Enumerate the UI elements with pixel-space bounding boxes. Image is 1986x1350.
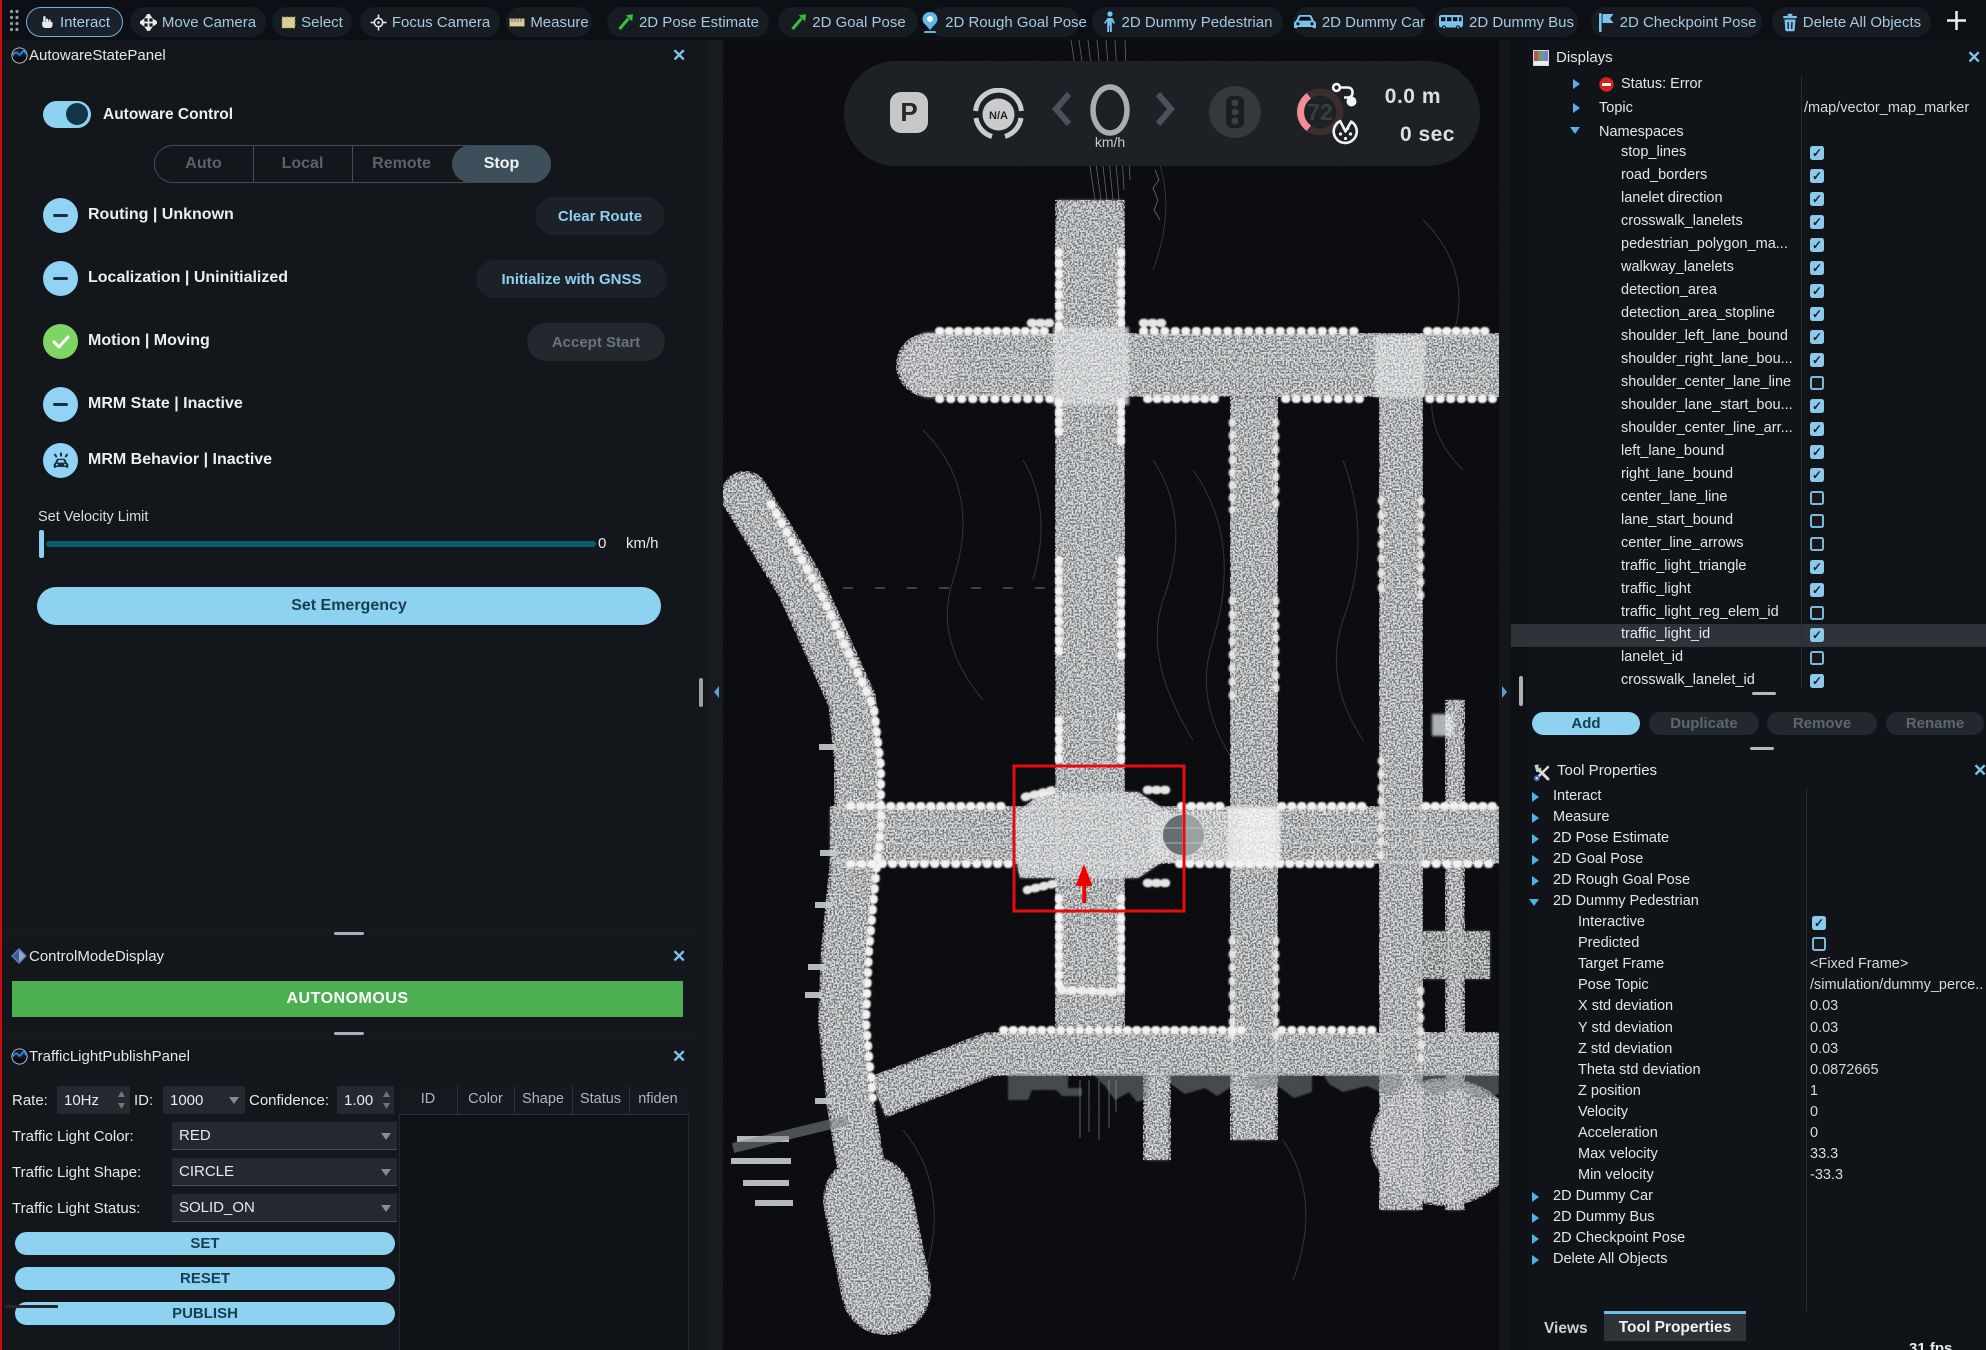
svg-text:N/A: N/A [989, 110, 1008, 122]
